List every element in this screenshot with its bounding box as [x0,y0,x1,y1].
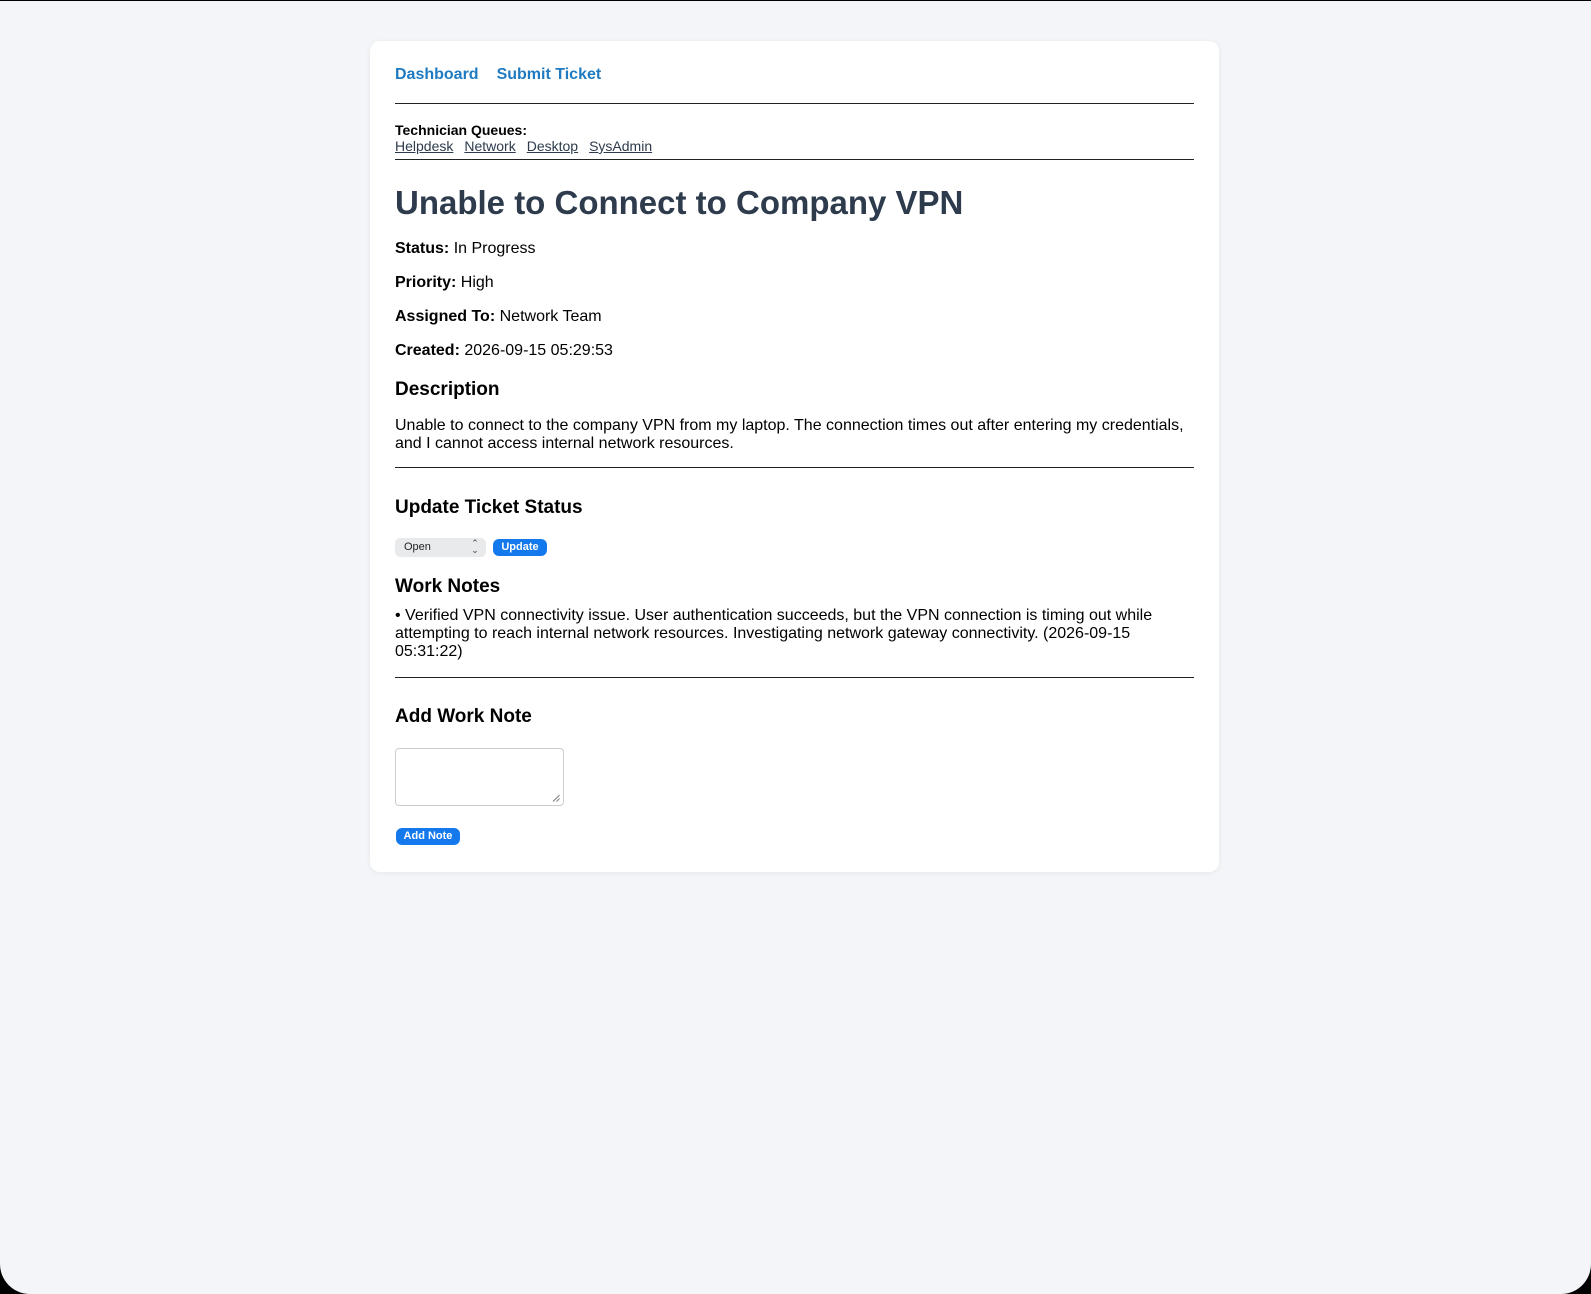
created-value: 2026-09-15 05:29:53 [464,342,613,359]
status-label: Status: [395,240,450,257]
queue-link-sysadmin[interactable]: SysAdmin [589,138,652,154]
divider [395,677,1194,678]
top-nav: Dashboard Submit Ticket [395,66,619,84]
work-notes-heading: Work Notes [395,576,501,597]
divider [395,159,1194,160]
description-heading: Description [395,379,500,400]
priority-label: Priority: [395,274,457,291]
page-viewport: Dashboard Submit Ticket Technician Queues… [0,1,1591,1294]
status-field: Status: In Progress [395,239,536,259]
queue-link-helpdesk[interactable]: Helpdesk [395,138,453,154]
queue-link-desktop[interactable]: Desktop [527,138,578,154]
resize-grip-icon[interactable] [552,794,560,802]
add-work-note-heading: Add Work Note [395,706,532,727]
status-select-value: Open [404,541,431,553]
created-label: Created: [395,342,460,359]
priority-field: Priority: High [395,273,494,293]
update-button[interactable]: Update [493,539,547,556]
assigned-value: Network Team [499,308,602,325]
work-note-textarea[interactable] [395,748,564,806]
work-note-item: • Verified VPN connectivity issue. User … [395,607,1153,660]
queue-link-network[interactable]: Network [464,138,515,154]
ticket-card: Dashboard Submit Ticket Technician Queues… [370,41,1219,872]
status-value: In Progress [453,240,536,257]
queue-links: Helpdesk Network Desktop SysAdmin [395,138,663,154]
chevron-up-down-icon: ⌃ ⌄ [471,538,479,555]
nav-dashboard-link[interactable]: Dashboard [395,66,479,83]
status-select[interactable]: Open ⌃ ⌄ [395,538,486,557]
ticket-title: Unable to Connect to Company VPN [395,184,964,221]
technician-queues: Technician Queues: Helpdesk Network Deskto… [395,122,663,155]
assigned-label: Assigned To: [395,308,496,325]
nav-submit-ticket-link[interactable]: Submit Ticket [497,66,602,83]
priority-value: High [460,274,494,291]
queues-label: Technician Queues: [395,122,527,138]
created-field: Created: 2026-09-15 05:29:53 [395,341,613,361]
divider [395,467,1194,468]
divider [395,103,1194,104]
assigned-field: Assigned To: Network Team [395,307,602,327]
add-note-button[interactable]: Add Note [396,828,460,845]
ticket-description: Unable to connect to the company VPN fro… [395,417,1184,452]
update-status-heading: Update Ticket Status [395,497,583,518]
